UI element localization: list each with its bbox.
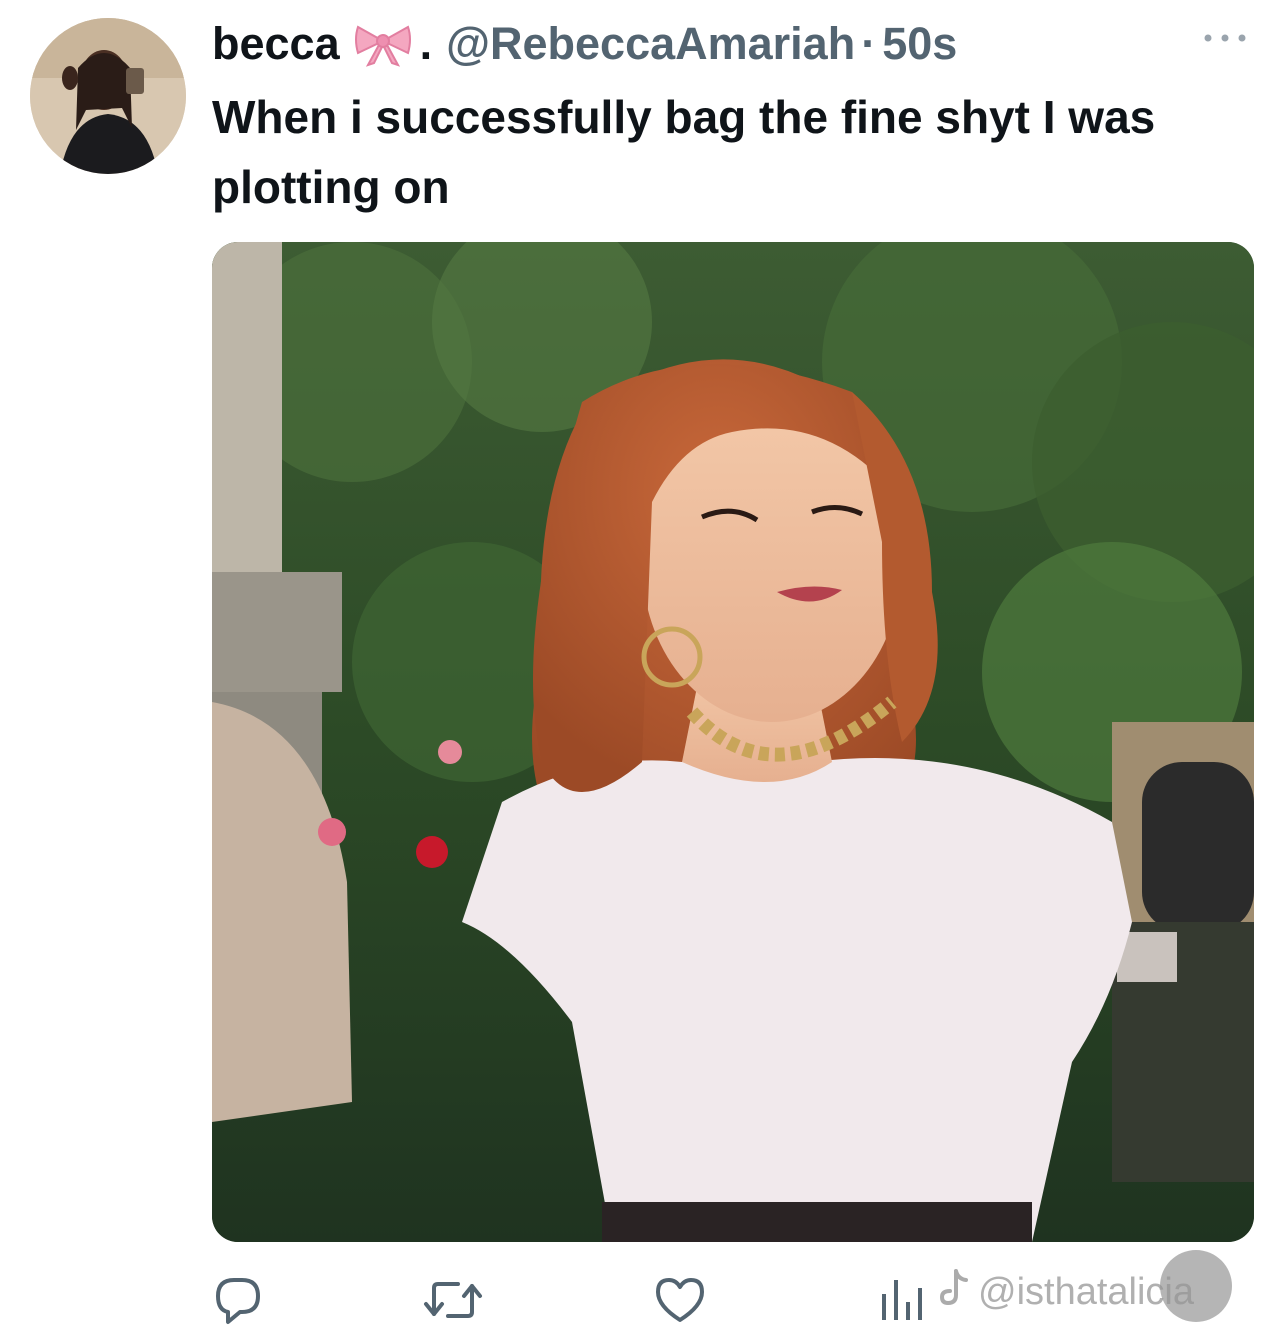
- more-dots-icon[interactable]: [1200, 28, 1250, 48]
- name-separator: .: [419, 18, 433, 69]
- tweet-text: When i successfully bag the fine shyt I …: [212, 91, 1156, 213]
- tweet-header: becca . @RebeccaAmariah · 50s: [212, 14, 957, 74]
- bar-chart-icon[interactable]: [878, 1272, 924, 1328]
- watermark: @isthatalicia: [939, 1262, 1194, 1322]
- watermark-text: @isthatalicia: [978, 1270, 1194, 1313]
- display-name[interactable]: becca: [212, 18, 340, 70]
- avatar[interactable]: [30, 18, 186, 174]
- reply-icon[interactable]: [212, 1272, 264, 1328]
- tiktok-icon: [939, 1267, 970, 1317]
- media-photo: [212, 242, 1254, 1242]
- timestamp[interactable]: 50s: [882, 18, 957, 70]
- heart-icon[interactable]: [652, 1272, 708, 1328]
- retweet-icon[interactable]: [422, 1272, 484, 1328]
- user-handle[interactable]: @RebeccaAmariah: [446, 18, 855, 70]
- pink-bow-icon: [352, 21, 414, 67]
- tweet-card: becca . @RebeccaAmariah · 50s When i suc…: [0, 0, 1284, 1340]
- avatar-photo: [30, 18, 186, 174]
- time-separator: ·: [861, 18, 877, 69]
- tweet-media[interactable]: [212, 242, 1254, 1242]
